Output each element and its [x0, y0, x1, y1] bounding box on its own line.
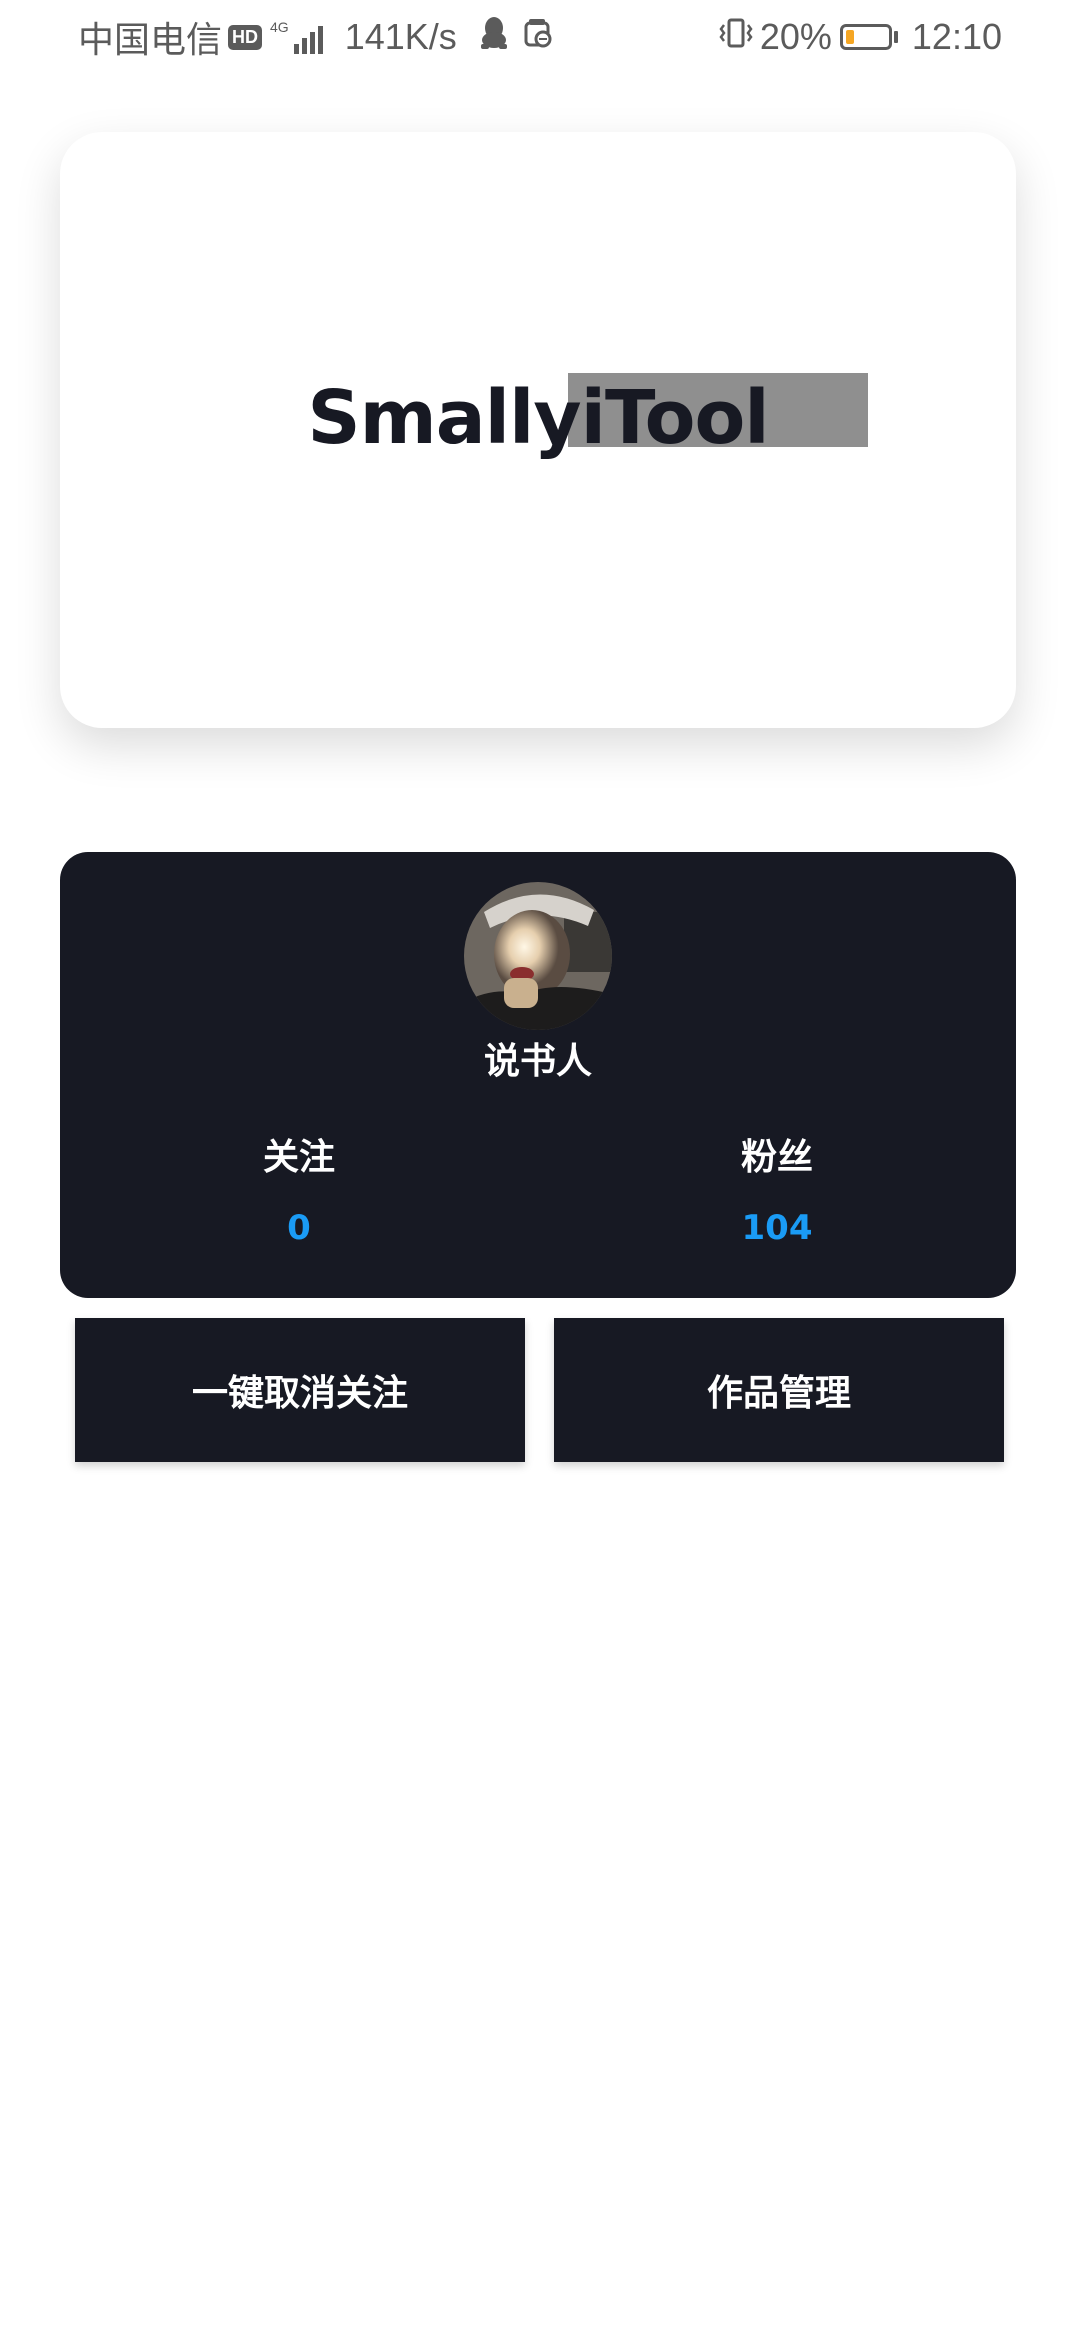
avatar[interactable] [464, 882, 612, 1030]
hd-icon: HD [228, 24, 263, 50]
profile-card: 说书人 关注 0 粉丝 104 [60, 852, 1016, 1298]
notification-icon [523, 17, 553, 58]
app-screen: 中国电信 HD 4G 141K/s 20% 12:10 SmallyiTool … [0, 0, 1080, 2340]
battery-icon [839, 24, 898, 50]
username: 说书人 [483, 1041, 592, 1082]
following-label: 关注 [262, 1137, 335, 1178]
network-type: 4G [270, 19, 289, 35]
carrier-name: 中国电信 [78, 19, 223, 60]
app-logo-text: SmallyiTool [307, 375, 769, 461]
followers-label: 粉丝 [740, 1137, 813, 1178]
status-bar: 中国电信 HD 4G 141K/s 20% 12:10 [0, 0, 1080, 74]
logo-card: SmallyiTool [60, 132, 1016, 728]
network-speed: 141K/s [344, 16, 457, 57]
qq-penguin-icon [479, 16, 509, 59]
signal-icon: 4G [270, 20, 323, 54]
works-manage-button[interactable]: 作品管理 [554, 1318, 1004, 1462]
unfollow-all-button[interactable]: 一键取消关注 [75, 1318, 525, 1462]
status-bar-left: 中国电信 HD 4G 141K/s [78, 14, 553, 60]
status-bar-right: 20% 12:10 [718, 14, 1002, 60]
vibrate-icon [718, 17, 754, 58]
works-manage-label: 作品管理 [706, 1373, 851, 1414]
unfollow-all-label: 一键取消关注 [191, 1373, 408, 1414]
battery-fill [845, 30, 854, 44]
battery-percent: 20% [759, 16, 832, 57]
followers-count[interactable]: 104 [627, 1208, 927, 1248]
clock: 12:10 [911, 16, 1002, 57]
following-count[interactable]: 0 [149, 1208, 449, 1248]
